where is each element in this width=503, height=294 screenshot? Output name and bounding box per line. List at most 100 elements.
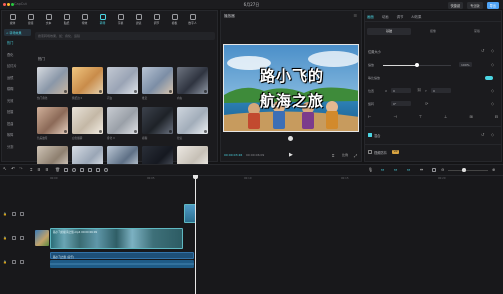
toolbar-tab-4[interactable]: 特效 bbox=[76, 12, 93, 27]
toolbar-tab-6[interactable]: 字幕 bbox=[112, 12, 129, 27]
transition-tile[interactable] bbox=[107, 67, 138, 94]
sidebar-item-7[interactable]: 扭曲 bbox=[4, 118, 31, 130]
rotate-icon[interactable]: ⟳ bbox=[425, 101, 428, 106]
fit-icon[interactable] bbox=[432, 168, 436, 172]
redo-icon[interactable]: ↷ bbox=[19, 167, 23, 172]
toolbar-tab-9[interactable]: 模板 bbox=[166, 12, 183, 27]
audio-track-hide-icon[interactable] bbox=[12, 260, 16, 264]
pro-button[interactable]: 专业版 bbox=[467, 1, 483, 9]
sidebar-item-9[interactable]: 分割 bbox=[4, 141, 31, 153]
zoom-in-icon[interactable]: ⊕ bbox=[492, 167, 495, 172]
audio-clip[interactable] bbox=[50, 260, 194, 268]
download-icon[interactable] bbox=[133, 129, 137, 133]
inspector-tab-0[interactable]: 画面 bbox=[367, 14, 374, 19]
toolbar-tab-3[interactable]: 贴纸 bbox=[58, 12, 75, 27]
link-main-track-icon[interactable]: ⇔ bbox=[381, 167, 384, 172]
toolbar-tab-2[interactable]: 文本 bbox=[40, 12, 57, 27]
playhead[interactable] bbox=[195, 177, 196, 294]
scale-keyframe-icon[interactable]: ◇ bbox=[491, 62, 494, 67]
audio-track-mute-icon[interactable] bbox=[20, 260, 24, 264]
fullscreen-crop-icon[interactable]: ⌗ bbox=[332, 153, 334, 158]
delete-icon[interactable]: 🗑 bbox=[55, 167, 60, 172]
rotate-handle[interactable] bbox=[288, 136, 293, 141]
sidebar-item-5[interactable]: 光效 bbox=[4, 95, 31, 107]
keyframe-icon[interactable]: ◇ bbox=[491, 48, 494, 53]
preview-axis-icon[interactable]: ⇹ bbox=[420, 167, 423, 172]
main-track-hide-icon[interactable] bbox=[12, 236, 16, 240]
transition-tile[interactable] bbox=[142, 107, 173, 134]
y-input[interactable]: 0 bbox=[431, 88, 451, 93]
ratio-icon[interactable]: 比例 bbox=[342, 153, 348, 157]
transition-tile[interactable] bbox=[72, 67, 103, 94]
rotate-clip-icon[interactable] bbox=[88, 168, 92, 172]
track-hide-icon[interactable] bbox=[12, 212, 16, 216]
sidebar-item-6[interactable]: 拍摄 bbox=[4, 106, 31, 118]
toolbar-tab-8[interactable]: 调节 bbox=[148, 12, 165, 27]
search-input[interactable]: 搜索转场效果，如：叠化、运镜 bbox=[35, 32, 215, 40]
download-icon[interactable] bbox=[98, 89, 102, 93]
select-tool-icon[interactable]: ↖ bbox=[3, 167, 7, 172]
transition-tile[interactable] bbox=[177, 67, 208, 94]
audio-track-lock-icon[interactable]: 🔒 bbox=[3, 260, 7, 264]
fullscreen-icon[interactable]: ⤢ bbox=[354, 153, 357, 158]
cover-thumbnail[interactable] bbox=[35, 230, 49, 246]
inspector-subtab-1[interactable]: 抠像 bbox=[411, 28, 455, 35]
mirror-icon[interactable] bbox=[80, 168, 84, 172]
sidebar-item-8[interactable]: 故障 bbox=[4, 129, 31, 141]
rotate-keyframe-icon[interactable]: ◇ bbox=[491, 101, 494, 106]
align-right-icon[interactable]: ⊤ bbox=[419, 114, 422, 120]
align-center-h-icon[interactable]: ⊣ bbox=[393, 114, 396, 120]
download-icon[interactable] bbox=[203, 89, 207, 93]
stabilize-checkbox[interactable] bbox=[368, 150, 372, 154]
sidebar-item-2[interactable]: 幻灯片 bbox=[4, 60, 31, 72]
sidebar-item-1[interactable]: 叠化 bbox=[4, 49, 31, 61]
align-left-icon[interactable]: ⊢ bbox=[368, 114, 371, 120]
ai-cutout-icon[interactable] bbox=[104, 168, 108, 172]
track-mute-icon[interactable] bbox=[20, 212, 24, 216]
sidebar-back-header[interactable]: < 转场效果 bbox=[4, 29, 31, 36]
track-lock-icon[interactable]: 🔒 bbox=[3, 212, 7, 216]
rotate-input[interactable]: 0° bbox=[391, 101, 411, 106]
reset-icon[interactable]: ↺ bbox=[481, 48, 484, 53]
link-icon[interactable]: ⛓ bbox=[417, 88, 421, 92]
download-icon[interactable] bbox=[168, 89, 172, 93]
toolbar-tab-0[interactable]: 媒体 bbox=[4, 12, 21, 27]
transition-tile[interactable] bbox=[142, 67, 173, 94]
blend-reset-icon[interactable]: ↺ bbox=[481, 132, 484, 137]
inspector-subtab-0[interactable]: 基础 bbox=[367, 28, 411, 35]
split-left-icon[interactable]: ⌷ bbox=[38, 167, 40, 172]
player-menu-icon[interactable]: ☰ bbox=[353, 13, 357, 18]
toolbar-tab-1[interactable]: 音频 bbox=[22, 12, 39, 27]
inspector-tab-3[interactable]: AI效果 bbox=[411, 14, 421, 19]
linkage-icon[interactable]: ⇔ bbox=[407, 167, 410, 172]
sidebar-item-3[interactable]: 运镜 bbox=[4, 72, 31, 84]
zoom-slider-knob[interactable] bbox=[462, 168, 466, 172]
play-icon[interactable]: ▶ bbox=[289, 152, 293, 158]
sidebar-item-0[interactable]: 热门 bbox=[4, 37, 31, 49]
export-button[interactable]: 导出 bbox=[486, 1, 499, 9]
main-video-clip[interactable]: 路小飞的航海之旅.mp4 00:00:06:09 bbox=[50, 228, 183, 249]
inspector-subtab-2[interactable]: 蒙版 bbox=[455, 28, 499, 35]
position-keyframe-icon[interactable]: ◇ bbox=[491, 88, 494, 93]
download-icon[interactable] bbox=[98, 129, 102, 133]
subtitle-clip[interactable]: 路小飞之旅 (音乐) bbox=[50, 252, 194, 259]
download-icon[interactable] bbox=[63, 89, 67, 93]
undo-icon[interactable]: ↶ bbox=[11, 167, 15, 172]
inspector-tab-2[interactable]: 调节 bbox=[397, 14, 404, 19]
split-icon[interactable]: ⌶ bbox=[30, 167, 32, 172]
download-icon[interactable] bbox=[63, 129, 67, 133]
transition-tile[interactable] bbox=[37, 107, 68, 134]
sidebar-item-4[interactable]: 模糊 bbox=[4, 83, 31, 95]
align-center-v-icon[interactable]: ⊞ bbox=[469, 114, 472, 120]
crop-icon[interactable] bbox=[96, 168, 100, 172]
download-icon[interactable] bbox=[133, 89, 137, 93]
x-input[interactable]: 0 bbox=[391, 88, 411, 93]
toolbar-tab-7[interactable]: 滤镜 bbox=[130, 12, 147, 27]
video-preview[interactable]: 路小飞的 航海之旅 bbox=[223, 44, 359, 132]
blend-keyframe-icon[interactable]: ◇ bbox=[491, 132, 494, 137]
main-track-lock-icon[interactable]: 🔒 bbox=[3, 236, 7, 240]
mic-icon[interactable]: 🎙 bbox=[368, 167, 373, 172]
uniform-scale-toggle[interactable] bbox=[485, 76, 493, 80]
toolbar-tab-10[interactable]: 数字人 bbox=[184, 12, 201, 27]
zoom-out-icon[interactable]: ⊖ bbox=[441, 167, 444, 172]
